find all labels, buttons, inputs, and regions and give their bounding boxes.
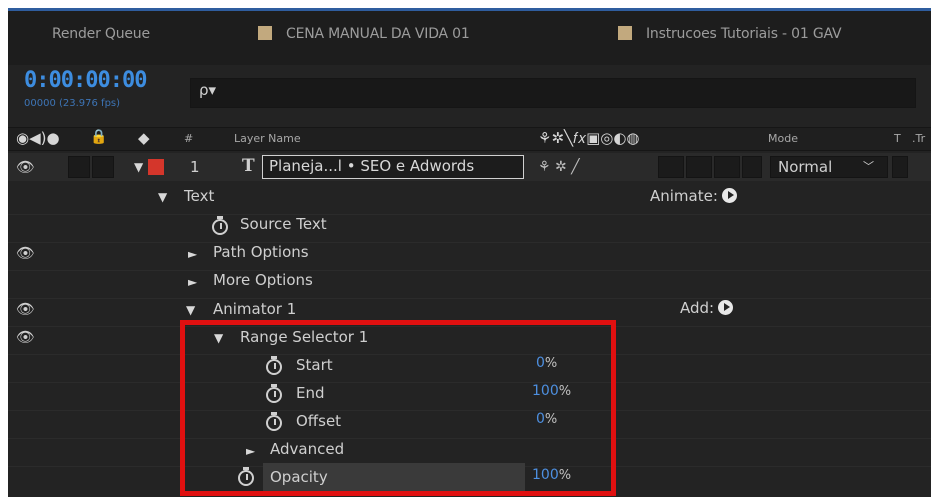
row-divider xyxy=(8,354,931,355)
expand-triangle-icon[interactable]: ▼ xyxy=(214,331,223,345)
eye-visibility-icon[interactable]: 👁 xyxy=(16,300,35,318)
expand-triangle-icon[interactable]: ▼ xyxy=(186,303,195,317)
opacity-value[interactable]: 100% xyxy=(532,467,571,483)
row-divider xyxy=(8,326,931,327)
start-unit: % xyxy=(544,356,558,371)
end-number: 100 xyxy=(532,383,559,399)
start-number: 0 xyxy=(536,355,545,371)
switch-cell[interactable] xyxy=(658,156,684,178)
layer-index: 1 xyxy=(190,158,200,176)
stopwatch-icon[interactable] xyxy=(266,412,282,433)
tab-instrucoes[interactable]: Instrucoes Tutoriais - 01 GAV xyxy=(618,26,842,42)
tab-render-queue[interactable]: Render Queue xyxy=(52,26,150,42)
layer-name-field[interactable]: Planeja...l • SEO e Adwords xyxy=(262,155,524,179)
switch-cell[interactable] xyxy=(686,156,712,178)
text-layer-icon: T xyxy=(242,156,255,176)
opacity-number: 100 xyxy=(532,467,559,483)
stopwatch-icon[interactable] xyxy=(212,216,228,237)
animate-menu-button[interactable]: Animate: xyxy=(650,187,737,205)
column-trkmat-header: .Tr xyxy=(912,132,926,145)
stopwatch-icon[interactable] xyxy=(238,467,254,488)
start-value[interactable]: 0% xyxy=(536,355,557,371)
t-switch-cell[interactable] xyxy=(892,156,908,178)
switches-header-icons: ⚘✲╲𝑓𝑥▣◎◐◍ xyxy=(538,129,640,147)
more-options-label: More Options xyxy=(213,271,313,289)
switch-cell[interactable] xyxy=(714,156,740,178)
tab-label: Instrucoes Tutoriais - 01 GAV xyxy=(646,26,842,42)
search-input[interactable] xyxy=(190,78,916,108)
label-tag-icon: ◆ xyxy=(138,129,150,147)
frame-count-fps: 00000 (23.976 fps) xyxy=(24,98,121,109)
play-arrow-icon xyxy=(718,300,734,315)
row-divider xyxy=(8,438,931,439)
stopwatch-icon[interactable] xyxy=(266,384,282,405)
composition-swatch-icon xyxy=(618,26,632,40)
switch-cell[interactable] xyxy=(68,156,90,178)
eye-visibility-icon[interactable]: 👁 xyxy=(16,244,35,262)
row-divider xyxy=(8,298,931,299)
composition-swatch-icon xyxy=(258,26,272,40)
text-group-label: Text xyxy=(184,187,215,205)
switch-cell[interactable] xyxy=(742,156,762,178)
after-effects-timeline-panel: Render Queue CENA MANUAL DA VIDA 01 Inst… xyxy=(8,8,931,497)
tab-cena-manual[interactable]: CENA MANUAL DA VIDA 01 xyxy=(258,26,470,42)
eye-visibility-icon[interactable]: 👁 xyxy=(16,158,35,176)
column-number-header: # xyxy=(184,132,194,145)
offset-unit: % xyxy=(544,412,558,427)
end-value[interactable]: 100% xyxy=(532,383,571,399)
source-text-label: Source Text xyxy=(240,215,327,233)
row-divider xyxy=(8,214,931,215)
animate-label: Animate: xyxy=(650,187,718,205)
advanced-label: Advanced xyxy=(270,440,345,458)
offset-label: Offset xyxy=(296,412,342,430)
expand-triangle-icon[interactable]: ► xyxy=(188,275,197,289)
label-color-swatch[interactable] xyxy=(148,159,164,175)
stopwatch-icon[interactable] xyxy=(266,356,282,377)
expand-triangle-icon[interactable]: ► xyxy=(188,247,197,261)
row-divider xyxy=(8,410,931,411)
play-arrow-icon xyxy=(721,188,737,203)
expand-triangle-icon[interactable]: ► xyxy=(246,444,255,458)
search-icon: ρ▾ xyxy=(199,81,217,99)
end-label: End xyxy=(296,384,325,402)
current-time-display[interactable]: 0:00:00:00 xyxy=(24,68,147,93)
switch-cell[interactable] xyxy=(92,156,114,178)
start-label: Start xyxy=(296,356,333,374)
row-divider xyxy=(8,242,931,243)
column-t-header: T xyxy=(894,132,901,145)
opacity-unit: % xyxy=(558,468,572,483)
lock-icon: 🔒 xyxy=(90,129,108,145)
expand-triangle-icon[interactable]: ▼ xyxy=(134,160,143,174)
end-unit: % xyxy=(558,384,572,399)
range-selector-label: Range Selector 1 xyxy=(240,328,369,346)
eye-visibility-icon[interactable]: 👁 xyxy=(16,328,35,346)
row-divider xyxy=(8,382,931,383)
av-features-header-icons: ◉◀)● xyxy=(16,129,60,147)
add-label: Add: xyxy=(680,299,715,317)
path-options-label: Path Options xyxy=(213,243,309,261)
tab-label: CENA MANUAL DA VIDA 01 xyxy=(286,26,470,42)
tab-label: Render Queue xyxy=(52,26,150,42)
chevron-down-icon: ﹀ xyxy=(863,160,874,173)
column-layer-name-header[interactable]: Layer Name xyxy=(234,132,301,145)
column-mode-header: Mode xyxy=(768,132,798,145)
add-menu-button[interactable]: Add: xyxy=(680,299,734,317)
offset-value[interactable]: 0% xyxy=(536,411,557,427)
expand-triangle-icon[interactable]: ▼ xyxy=(158,190,167,204)
offset-number: 0 xyxy=(536,411,545,427)
shy-collapse-switch-icons[interactable]: ⚘ ✲ ╱ xyxy=(538,159,580,175)
opacity-label: Opacity xyxy=(270,468,328,486)
row-divider xyxy=(8,270,931,271)
animator-1-label: Animator 1 xyxy=(213,300,297,318)
mode-value: Normal xyxy=(778,158,833,176)
